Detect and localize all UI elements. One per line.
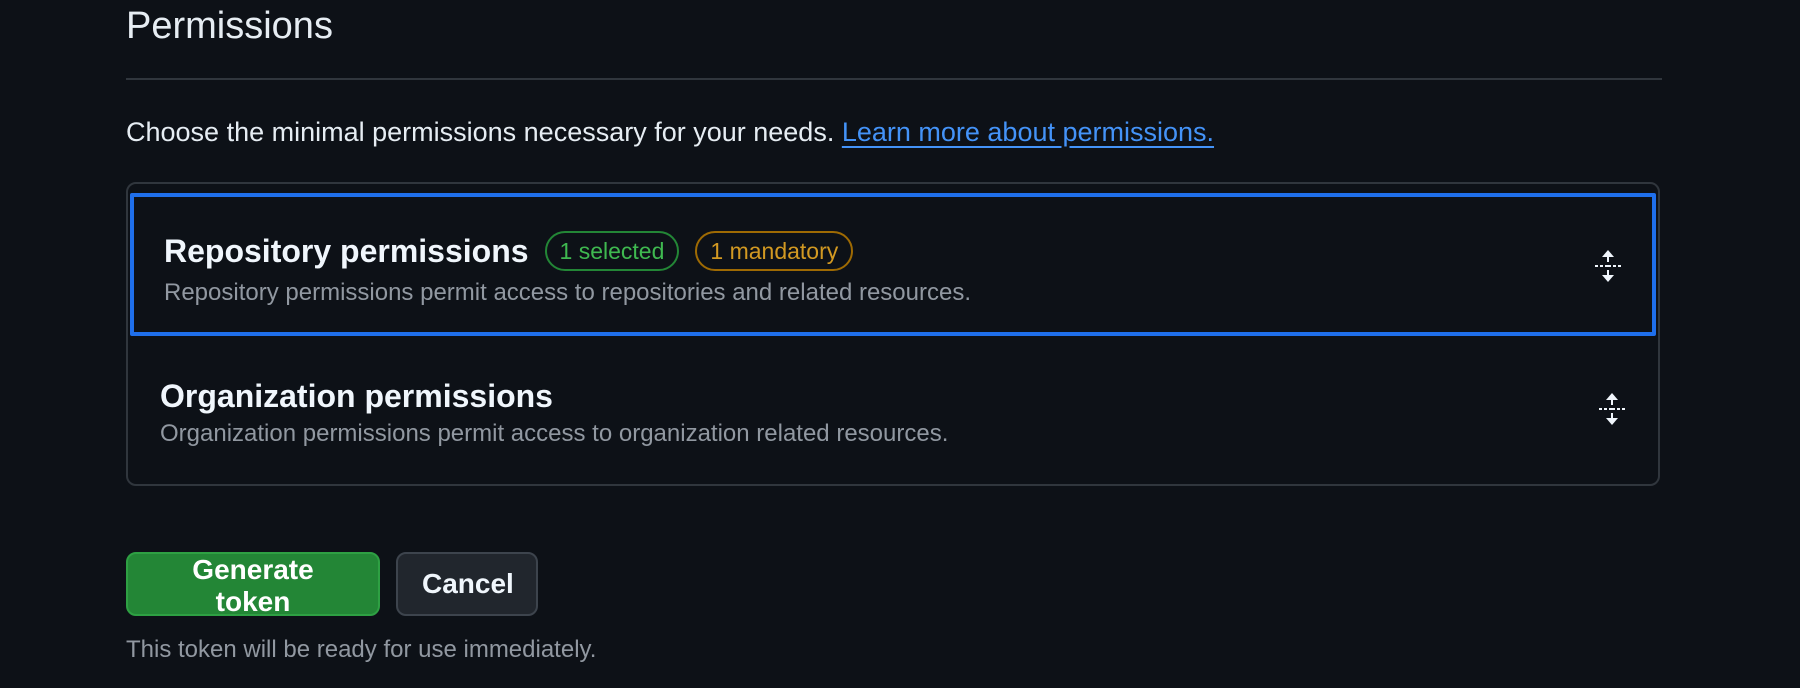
cancel-button[interactable]: Cancel xyxy=(396,552,538,616)
permissions-section: Permissions Choose the minimal permissio… xyxy=(126,0,1662,663)
repository-permissions-title: Repository permissions xyxy=(164,232,529,269)
learn-more-link[interactable]: Learn more about permissions. xyxy=(842,117,1214,147)
organization-permissions-row[interactable]: Organization permissions Organization pe… xyxy=(128,340,1658,484)
section-divider xyxy=(126,78,1662,80)
repository-permissions-heading: Repository permissions 1 selected 1 mand… xyxy=(164,231,854,271)
repository-permissions-description: Repository permissions permit access to … xyxy=(164,279,972,306)
organization-permissions-title: Organization permissions xyxy=(160,378,553,414)
permissions-list: Repository permissions 1 selected 1 mand… xyxy=(126,182,1660,486)
unfold-icon[interactable] xyxy=(1598,392,1626,426)
generate-token-button[interactable]: Generate token xyxy=(126,552,380,617)
token-ready-note: This token will be ready for use immedia… xyxy=(126,636,597,663)
intro-label: Choose the minimal permissions necessary… xyxy=(126,117,835,147)
intro-text: Choose the minimal permissions necessary… xyxy=(126,116,1662,148)
unfold-icon[interactable] xyxy=(1594,249,1622,283)
mandatory-count-badge: 1 mandatory xyxy=(695,231,854,271)
selected-count-badge: 1 selected xyxy=(544,231,680,271)
section-title: Permissions xyxy=(126,5,333,47)
repository-permissions-row[interactable]: Repository permissions 1 selected 1 mand… xyxy=(130,193,1656,336)
form-actions: Generate token Cancel xyxy=(126,552,538,617)
organization-permissions-description: Organization permissions permit access t… xyxy=(160,420,949,447)
organization-permissions-heading: Organization permissions xyxy=(160,378,553,415)
